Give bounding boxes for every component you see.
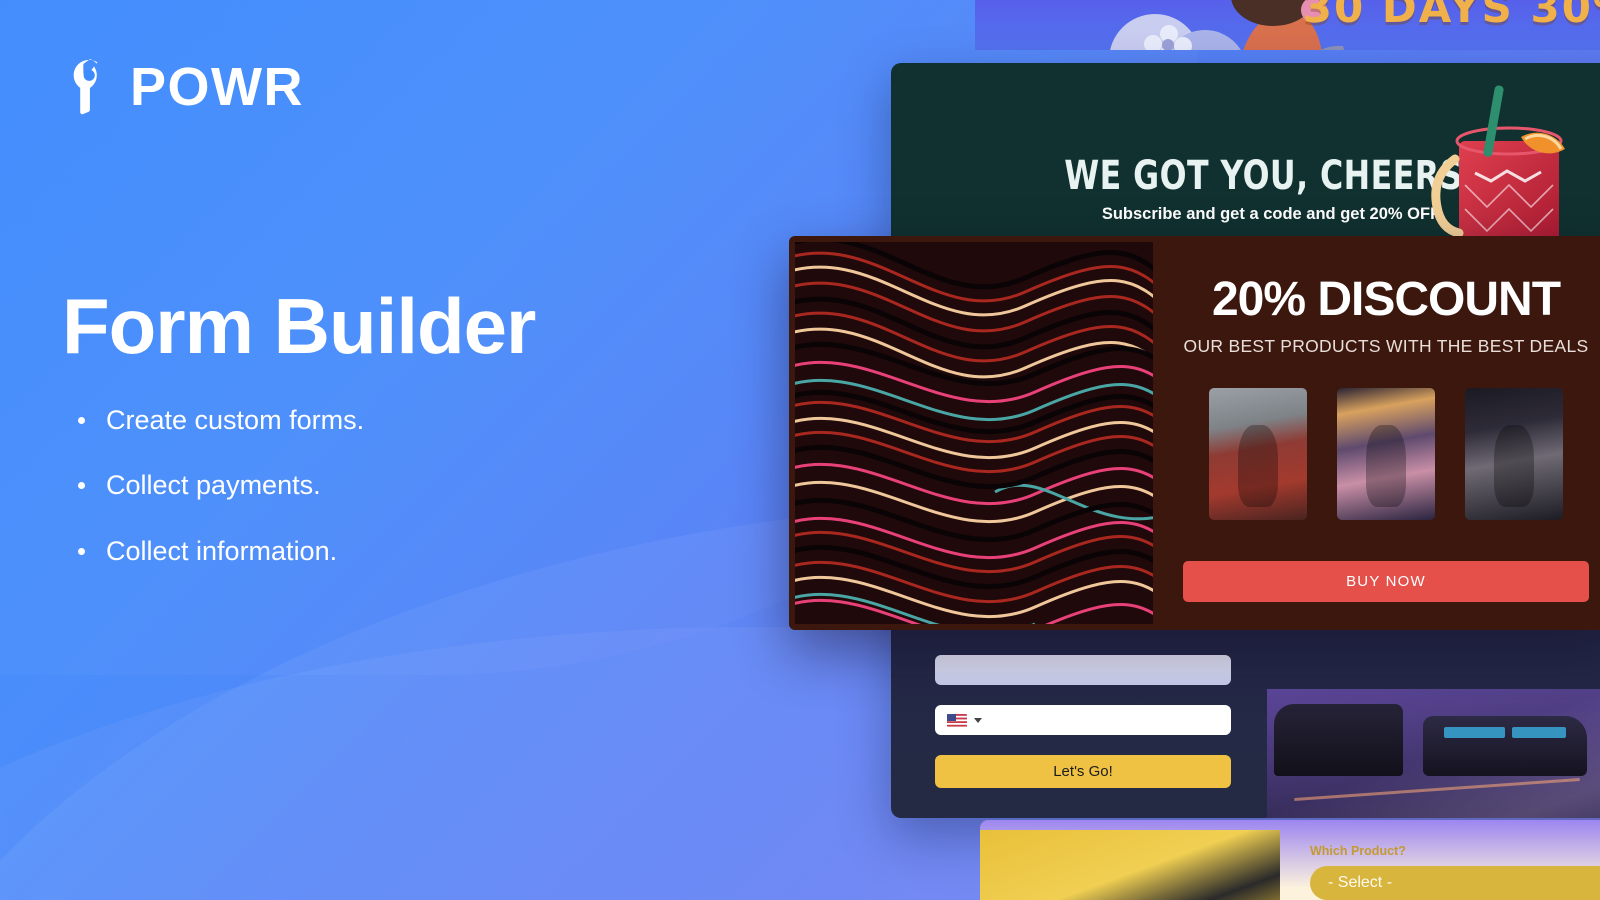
discount-subtitle: OUR BEST PRODUCTS WITH THE BEST DEALS <box>1183 336 1589 356</box>
page-title: Form Builder <box>62 282 536 370</box>
list-item: Collect information. <box>74 535 364 567</box>
powr-logo[interactable]: POWR <box>64 58 304 116</box>
feature-list: Create custom forms. Collect payments. C… <box>74 404 364 600</box>
car-shape-right <box>1423 715 1587 777</box>
car-shape-left <box>1273 704 1403 777</box>
discount-content: 20% DISCOUNT OUR BEST PRODUCTS WITH THE … <box>1153 236 1600 630</box>
car-headlight-left <box>1443 727 1505 739</box>
list-item: Collect payments. <box>74 469 364 501</box>
product-thumbnail-row <box>1153 388 1600 520</box>
product-photo-3[interactable] <box>1465 388 1563 520</box>
product-select-popup-card[interactable]: Which Product? - Select - <box>980 820 1600 900</box>
product-photo-1[interactable] <box>1209 388 1307 520</box>
promo-days-headline: 30 DAYS 30% <box>1302 0 1600 32</box>
list-item: Create custom forms. <box>74 404 364 436</box>
powr-logo-text: POWR <box>130 57 304 117</box>
night-cars-photo <box>1267 689 1600 818</box>
promo-days-card[interactable]: 30 DAYS 30% <box>975 0 1600 50</box>
product-select-label: Which Product? <box>1310 844 1406 858</box>
product-photo-2[interactable] <box>1337 388 1435 520</box>
powr-wrench-icon <box>73 59 98 115</box>
car-headlight-right <box>1511 727 1567 739</box>
discount-title: 20% DISCOUNT <box>1211 273 1561 326</box>
hero-section: POWR Form Builder Create custom forms. C… <box>0 0 980 900</box>
buy-now-button[interactable]: BUY NOW <box>1183 561 1589 602</box>
product-select-value: - Select - <box>1328 874 1393 891</box>
product-select-dropdown[interactable]: - Select - <box>1310 866 1600 900</box>
yellow-coat-fashion-photo <box>980 830 1280 900</box>
product-select-group: Which Product? - Select - <box>1310 844 1600 900</box>
